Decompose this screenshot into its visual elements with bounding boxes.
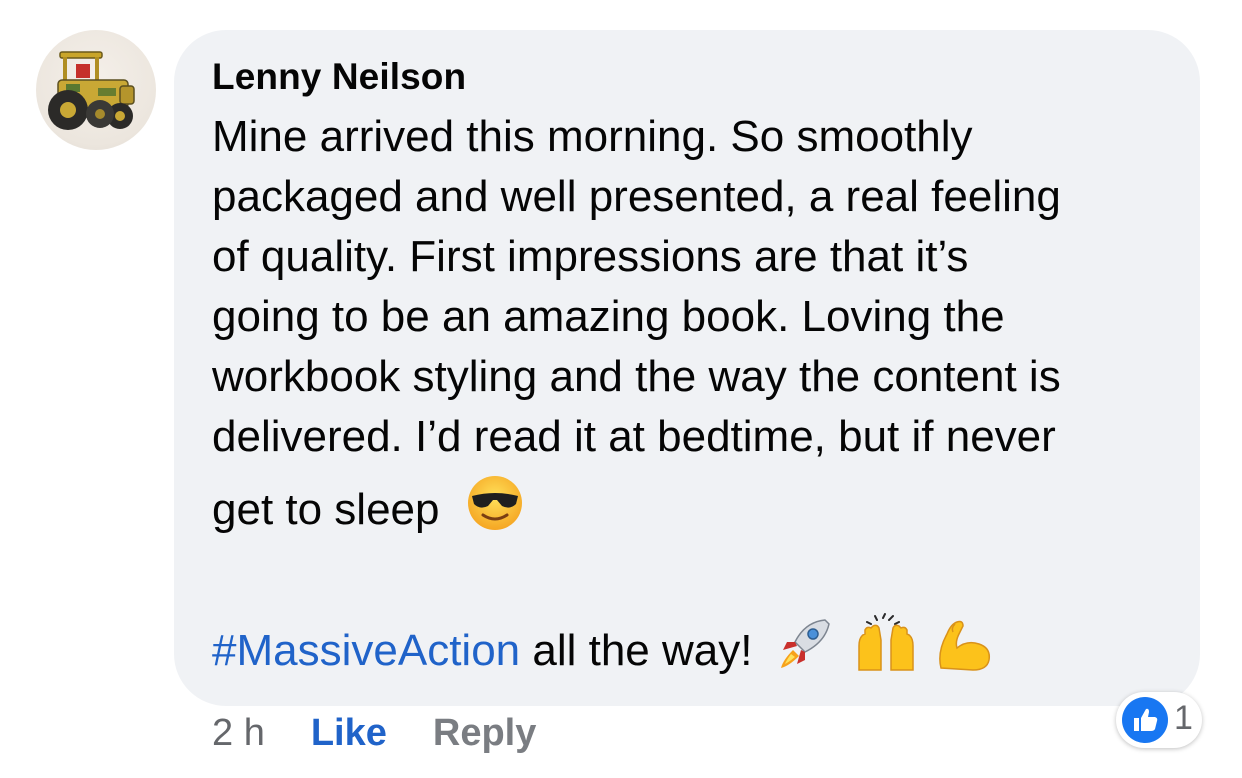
hashtag-link[interactable]: #MassiveAction [212,626,520,675]
comment-text-line-with-emoji: get to sleep [212,476,524,543]
comment-text-line: workbook styling and the way the content… [212,352,1061,401]
like-button[interactable]: Like [311,712,387,754]
flexed-biceps-icon [933,612,995,685]
comment-closing-text: all the way! [520,626,753,676]
comment-actions: 2 h Like Reply [212,712,536,755]
rocket-icon [775,612,837,685]
comment-text-line: delivered. I’d read it at bedtime, but i… [212,412,1056,461]
raising-hands-icon [853,612,919,685]
reply-button[interactable]: Reply [433,712,536,754]
reaction-count: 1 [1174,699,1193,737]
comment-text-line: going to be an amazing book. Loving the [212,292,1005,341]
comment-hashtag-line: #MassiveAction all the way! [212,613,995,685]
comment-container: Lenny Neilson Mine arrived this morning.… [0,0,1242,778]
sunglasses-face-icon [466,474,524,543]
comment-text-line: of quality. First impressions are that i… [212,232,969,281]
reaction-summary[interactable]: 1 [1116,692,1202,748]
comment-text-line: get to sleep [212,485,440,535]
toy-tractor-image [48,51,135,130]
comment-timestamp[interactable]: 2 h [212,712,265,754]
comment-author[interactable]: Lenny Neilson [212,56,466,98]
comment-text-line: Mine arrived this morning. So smoothly [212,112,973,161]
thumbs-up-icon [1122,697,1168,743]
avatar[interactable] [36,30,156,150]
comment-text-line: packaged and well presented, a real feel… [212,172,1061,221]
